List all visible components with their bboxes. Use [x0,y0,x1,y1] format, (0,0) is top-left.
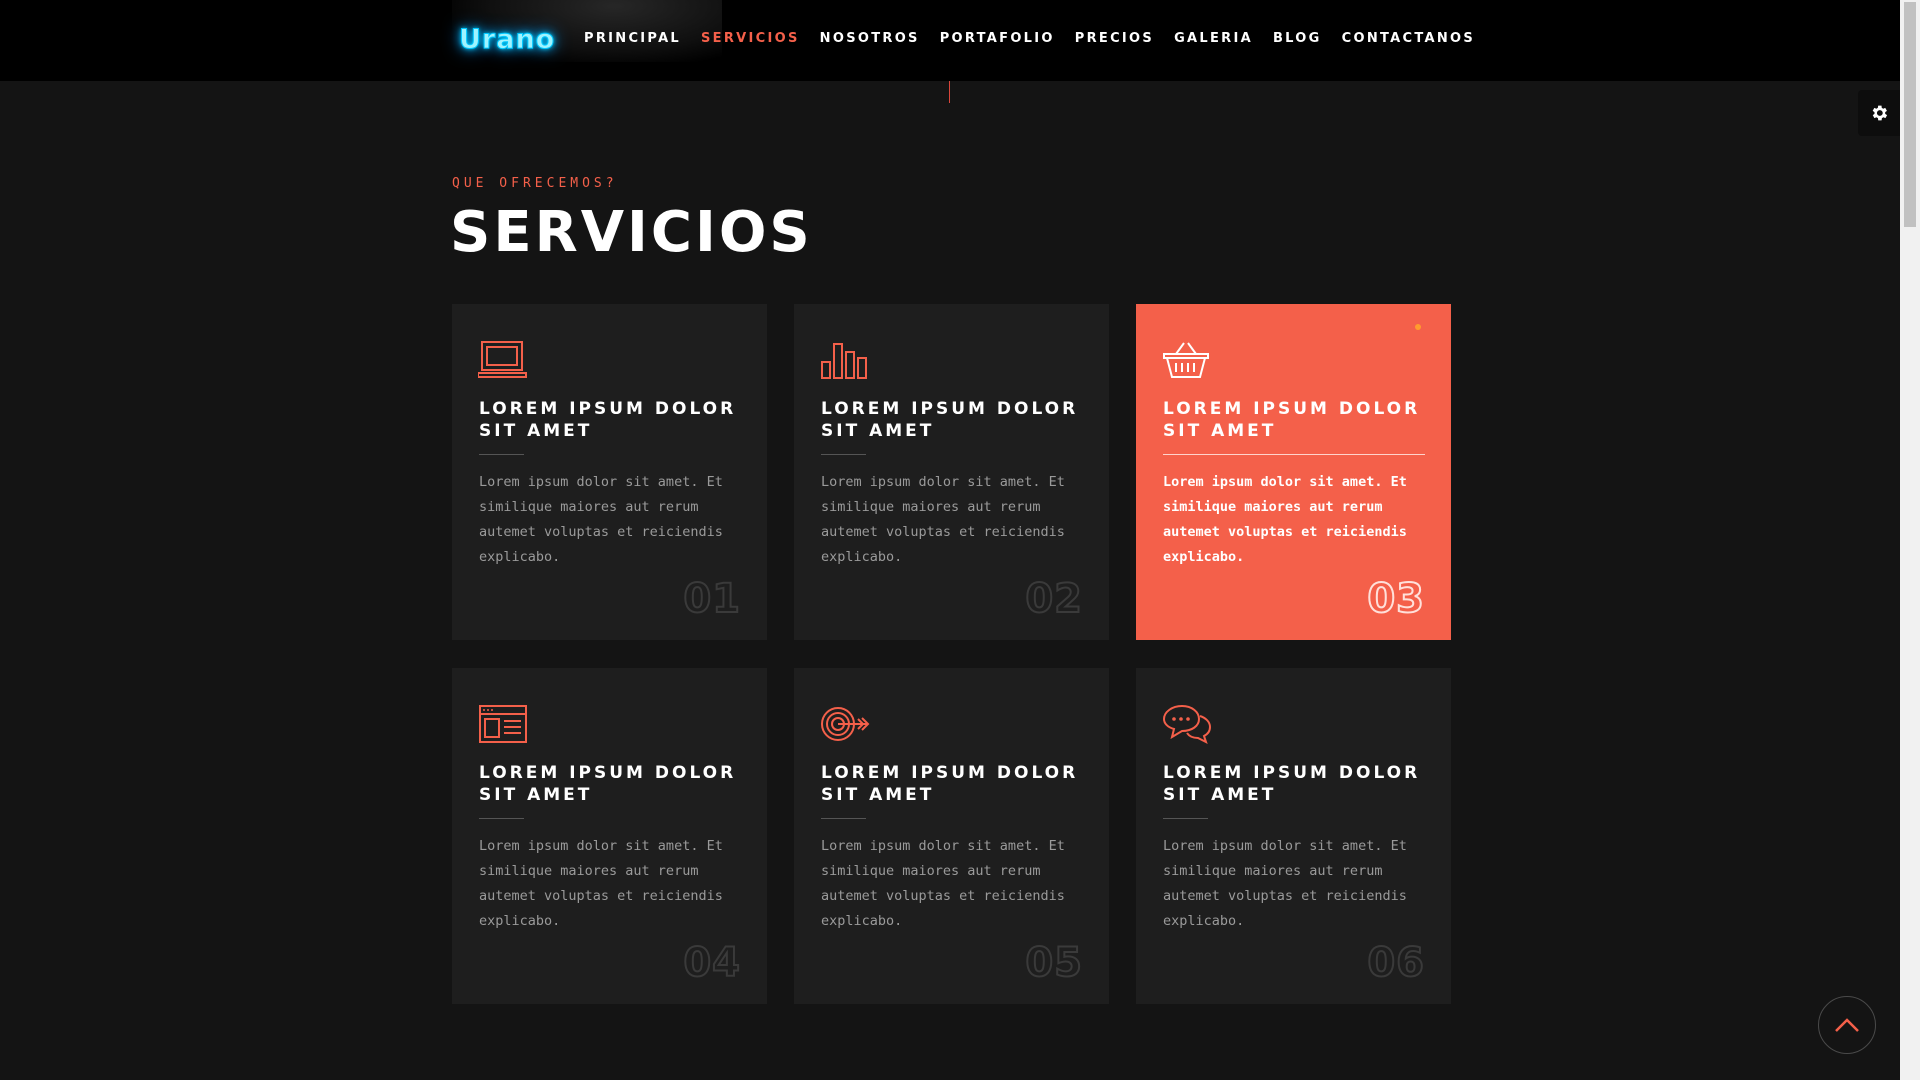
section-title: SERVICIOS [450,200,813,265]
service-card-6[interactable]: LOREM IPSUM DOLOR SIT AMET Lorem ipsum d… [1136,668,1451,1004]
service-card-title: LOREM IPSUM DOLOR SIT AMET [1163,763,1421,805]
target-icon [821,707,870,741]
service-card-1[interactable]: LOREM IPSUM DOLOR SIT AMET Lorem ipsum d… [452,304,767,640]
service-card-number: 06 [1366,939,1425,987]
chat-bubbles-icon [1162,704,1212,744]
service-card-title: LOREM IPSUM DOLOR SIT AMET [821,763,1079,805]
page-scrollbar[interactable] [1900,0,1920,1080]
service-card-title: LOREM IPSUM DOLOR SIT AMET [479,763,737,805]
service-card-text: Lorem ipsum dolor sit amet. Et similique… [821,474,1065,565]
card-divider [821,454,866,455]
nav-item-blog[interactable]: BLOG [1273,31,1322,46]
navbar-inner: Urano PRINCIPAL SERVICIOS NOSOTROS PORTA… [452,0,1473,81]
card-divider [1163,818,1208,819]
card-indicator-dot [1415,324,1421,330]
service-card-number: 03 [1366,575,1425,623]
card-divider [479,454,524,455]
service-card-number: 02 [1024,575,1083,623]
bar-chart-icon [821,343,867,379]
service-card-text: Lorem ipsum dolor sit amet. Et similique… [1163,838,1407,929]
gear-icon [1872,105,1888,121]
nav-item-nosotros[interactable]: NOSOTROS [820,31,920,46]
logo[interactable]: Urano [458,24,555,56]
nav-accent-line [949,81,950,103]
nav-item-principal[interactable]: PRINCIPAL [584,31,681,46]
service-card-title: LOREM IPSUM DOLOR SIT AMET [1163,399,1421,441]
laptop-icon [478,341,527,378]
service-card-text: Lorem ipsum dolor sit amet. Et similique… [479,474,723,565]
main-menu: PRINCIPAL SERVICIOS NOSOTROS PORTAFOLIO … [584,31,1495,46]
service-card-text: Lorem ipsum dolor sit amet. Et similique… [1163,474,1407,565]
basket-icon [1163,342,1209,378]
back-to-top-button[interactable] [1818,996,1876,1054]
service-card-number: 04 [682,939,741,987]
service-card-3[interactable]: LOREM IPSUM DOLOR SIT AMET Lorem ipsum d… [1136,304,1451,640]
service-card-4[interactable]: LOREM IPSUM DOLOR SIT AMET Lorem ipsum d… [452,668,767,1004]
service-card-title: LOREM IPSUM DOLOR SIT AMET [821,399,1079,441]
service-card-number: 05 [1024,939,1083,987]
service-card-number: 01 [682,575,741,623]
nav-item-portafolio[interactable]: PORTAFOLIO [940,31,1055,46]
section-subtitle: QUE OFRECEMOS? [452,176,618,191]
scrollbar-thumb[interactable] [1904,2,1916,227]
service-card-5[interactable]: LOREM IPSUM DOLOR SIT AMET Lorem ipsum d… [794,668,1109,1004]
card-divider [821,818,866,819]
card-divider [1163,454,1425,455]
settings-button[interactable] [1858,90,1900,136]
browser-window-icon [479,705,527,743]
service-card-text: Lorem ipsum dolor sit amet. Et similique… [479,838,723,929]
top-navbar: Urano PRINCIPAL SERVICIOS NOSOTROS PORTA… [0,0,1900,81]
service-card-text: Lorem ipsum dolor sit amet. Et similique… [821,838,1065,929]
nav-item-precios[interactable]: PRECIOS [1075,31,1154,46]
service-card-2[interactable]: LOREM IPSUM DOLOR SIT AMET Lorem ipsum d… [794,304,1109,640]
service-card-title: LOREM IPSUM DOLOR SIT AMET [479,399,737,441]
card-divider [479,818,524,819]
nav-item-servicios[interactable]: SERVICIOS [701,31,800,46]
nav-item-galeria[interactable]: GALERIA [1174,31,1253,46]
chevron-up-icon [1835,1018,1859,1032]
nav-item-contactanos[interactable]: CONTACTANOS [1342,31,1475,46]
